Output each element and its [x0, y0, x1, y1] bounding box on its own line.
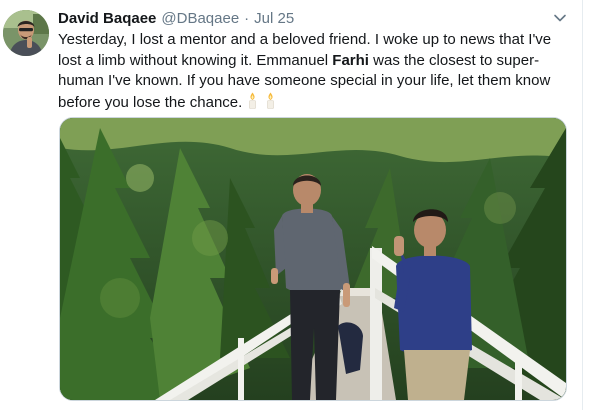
tweet-date[interactable]: Jul 25	[254, 9, 294, 29]
chevron-down-icon[interactable]	[552, 10, 568, 26]
avatar[interactable]	[3, 10, 49, 56]
tweet-photo[interactable]	[59, 117, 567, 401]
tweet-text-bold-name: Farhi	[332, 51, 369, 69]
photo-bridge-forest	[60, 118, 566, 400]
tweet-card[interactable]: David Baqaee @DBaqaee · Jul 25 Yesterday…	[0, 0, 590, 410]
candle-emoji	[263, 92, 278, 116]
timeline-divider	[582, 0, 583, 410]
tweet-header: David Baqaee @DBaqaee · Jul 25	[58, 9, 294, 29]
candle-emoji	[245, 92, 260, 116]
separator-dot: ·	[244, 10, 250, 27]
avatar-image	[3, 10, 49, 56]
display-name[interactable]: David Baqaee	[58, 9, 156, 29]
tweet-text: Yesterday, I lost a mentor and a beloved…	[58, 30, 568, 115]
user-handle[interactable]: @DBaqaee	[161, 9, 239, 29]
